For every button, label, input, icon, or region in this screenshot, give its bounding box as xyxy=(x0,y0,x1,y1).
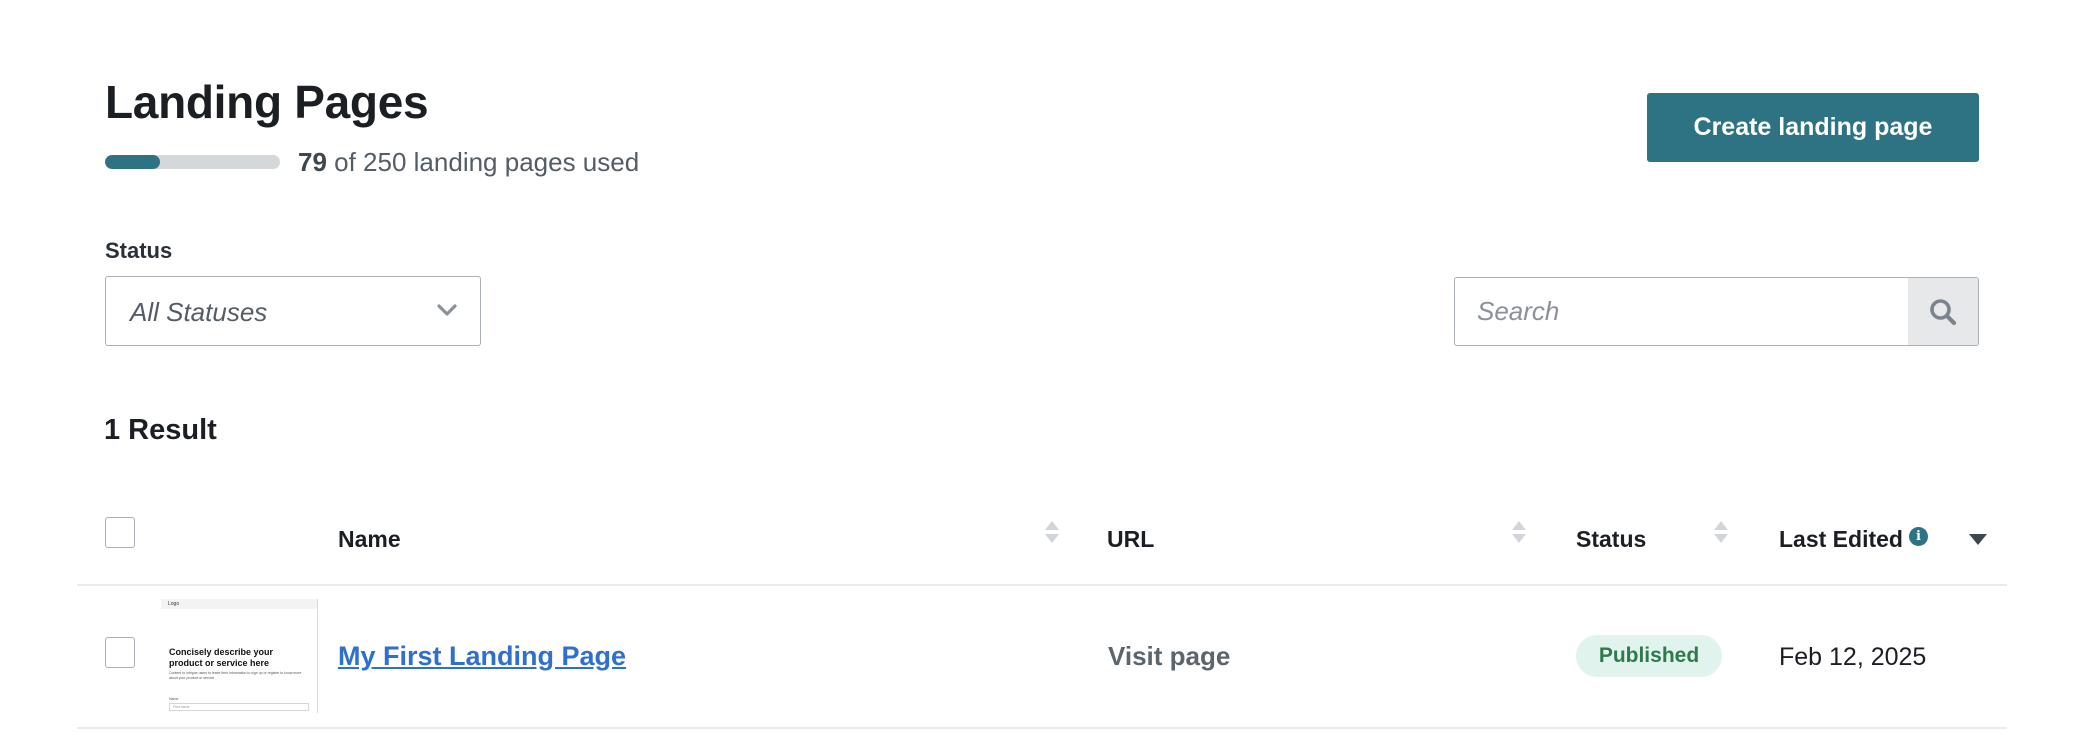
column-header-last-edited[interactable]: Last Edited xyxy=(1779,526,1903,552)
select-all-checkbox[interactable] xyxy=(105,517,135,548)
create-landing-page-button[interactable]: Create landing page xyxy=(1647,93,1979,162)
thumbnail-logo: Logo xyxy=(161,599,317,609)
usage-rest-label: of 250 landing pages used xyxy=(326,147,640,177)
results-count: 1 Result xyxy=(104,414,217,446)
column-header-url[interactable]: URL xyxy=(1107,526,1154,552)
status-badge: Published xyxy=(1576,635,1722,677)
column-header-name[interactable]: Name xyxy=(338,526,401,552)
thumbnail-field-label: Name xyxy=(169,697,179,701)
search-icon xyxy=(1930,298,1957,325)
thumbnail-body: Content to intrigue users to leave their… xyxy=(169,671,302,680)
table-header-divider xyxy=(77,584,2007,586)
page-title: Landing Pages xyxy=(105,76,429,128)
row-checkbox[interactable] xyxy=(105,637,135,668)
column-header-status[interactable]: Status xyxy=(1576,526,1646,552)
usage-text: 79 of 250 landing pages used xyxy=(298,147,639,177)
landing-page-name-link[interactable]: My First Landing Page xyxy=(338,640,626,672)
status-filter-select[interactable]: All Statuses xyxy=(105,276,481,346)
info-icon[interactable]: i xyxy=(1909,527,1928,546)
sort-icon[interactable] xyxy=(1511,520,1527,544)
sort-icon[interactable] xyxy=(1044,520,1060,544)
search-field xyxy=(1454,277,1979,346)
search-button[interactable] xyxy=(1908,278,1978,345)
usage-used-count: 79 xyxy=(298,147,327,177)
visit-page-link[interactable]: Visit page xyxy=(1108,641,1230,671)
usage-progress-bar xyxy=(105,155,280,169)
thumbnail-headline: Concisely describe your product or servi… xyxy=(169,647,274,668)
caret-down-icon[interactable] xyxy=(1969,534,1987,545)
status-filter-value: All Statuses xyxy=(130,297,268,327)
last-edited-date: Feb 12, 2025 xyxy=(1779,643,1927,671)
sort-icon[interactable] xyxy=(1713,520,1729,544)
status-filter-label: Status xyxy=(105,238,173,263)
thumbnail-field-input: First name xyxy=(169,703,309,711)
usage-progress-fill xyxy=(105,155,161,169)
chevron-down-icon xyxy=(437,304,457,316)
landing-page-thumbnail[interactable]: Logo Concisely describe your product or … xyxy=(161,599,318,713)
table-row-divider xyxy=(77,727,2007,729)
search-input[interactable] xyxy=(1455,278,1909,345)
